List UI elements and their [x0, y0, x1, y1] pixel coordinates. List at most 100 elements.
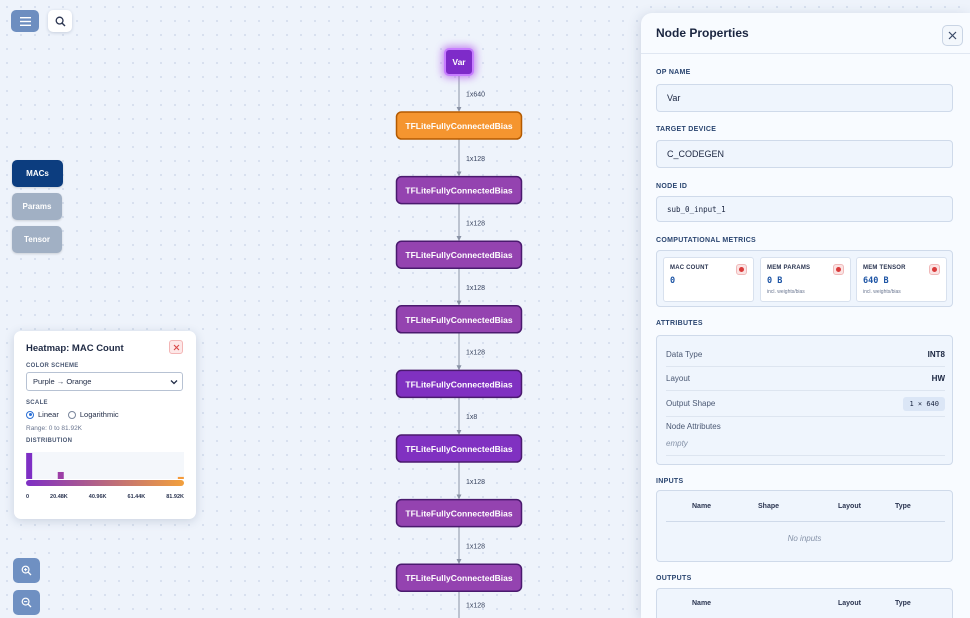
chart-bar [177, 476, 184, 479]
node-properties-panel: Node Properties OP NAME Var TARGET DEVIC… [641, 13, 970, 618]
heatmap-range: Range: 0 to 81.92K [26, 425, 83, 432]
attributes-box: Data Type INT8 Layout HW Output Shape 1 … [656, 335, 953, 465]
graph-node[interactable]: TFLiteFullyConnectedBias [395, 175, 523, 205]
graph-canvas[interactable]: 1x640 1x128 1x128 1x128 1x128 1x8 1x128 1x128 1x… [380, 40, 540, 618]
graph-node[interactable]: TFLiteFullyConnectedBias [395, 498, 523, 528]
edge-shape-label: 1x640 [466, 92, 485, 99]
metric-value: 0 [670, 276, 676, 286]
attr-value: INT8 [927, 350, 945, 359]
node-label: TFLiteFullyConnectedBias [405, 379, 512, 389]
edge-shape-label: 1x128 [466, 220, 485, 227]
column-header: Shape [758, 503, 780, 510]
column-header: Name [692, 600, 712, 607]
edge-shape-label: 1x128 [466, 479, 485, 486]
chart-plot-area [26, 452, 184, 479]
node-label: TFLiteFullyConnectedBias [405, 573, 512, 583]
graph-node[interactable]: TFLiteFullyConnectedBias [395, 369, 523, 399]
scale-linear-radio[interactable]: Linear [26, 410, 59, 419]
metric-sub: incl. weights/bias [767, 289, 805, 295]
metric-card-mem-params: MEM PARAMS 0 B incl. weights/bias [760, 257, 851, 302]
attr-row-layout: Layout HW [666, 367, 945, 391]
divider [666, 455, 945, 456]
op-name-value: Var [667, 93, 681, 103]
shape-chip: 1 × 640 [903, 396, 945, 411]
node-label: TFLiteFullyConnectedBias [405, 444, 512, 454]
radio-unchecked-icon [67, 410, 76, 419]
zoom-in-icon [21, 565, 32, 576]
tab-tensor[interactable]: Tensor [12, 226, 62, 253]
metric-value: 640 B [863, 276, 889, 286]
heatmap-toggle-icon[interactable] [833, 264, 844, 275]
props-close-button[interactable] [942, 25, 963, 46]
color-scheme-value: Purple → Orange [33, 377, 92, 386]
zoom-in-button[interactable] [13, 558, 40, 583]
node-label: Var [452, 57, 466, 67]
axis-tick: 20.48K [50, 494, 68, 500]
heatmap-panel: Heatmap: MAC Count COLOR SCHEME Purple →… [14, 331, 196, 519]
menu-button[interactable] [11, 10, 39, 32]
attr-key: Node Attributes [666, 422, 721, 431]
menu-icon [19, 16, 31, 26]
metric-sub: incl. weights/bias [863, 289, 901, 295]
metrics-box: MAC COUNT 0 MEM PARAMS 0 B incl. weights… [656, 250, 953, 307]
heatmap-toggle-icon[interactable] [929, 264, 940, 275]
color-scheme-label: COLOR SCHEME [26, 363, 79, 369]
color-scheme-select[interactable]: Purple → Orange [26, 372, 183, 391]
node-label: TFLiteFullyConnectedBias [405, 509, 512, 519]
distribution-label: DISTRIBUTION [26, 438, 73, 444]
attr-key: Layout [666, 374, 691, 383]
edge-shape-label: 1x128 [466, 603, 485, 610]
distribution-chart [26, 452, 184, 486]
graph-node[interactable]: TFLiteFullyConnectedBias [395, 111, 523, 140]
scale-log-radio[interactable]: Logarithmic [67, 410, 119, 419]
scale-log-label: Logarithmic [79, 410, 119, 419]
zoom-out-button[interactable] [13, 590, 40, 615]
op-name-field: Var [656, 84, 953, 112]
node-id-value: sub_0_input_1 [667, 204, 726, 214]
props-header: Node Properties [641, 13, 970, 54]
node-label: TFLiteFullyConnectedBias [405, 121, 512, 131]
close-icon [948, 31, 957, 40]
metrics-label: COMPUTATIONAL METRICS [656, 237, 757, 244]
edge-shape-label: 1x128 [466, 156, 485, 163]
axis-tick: 0 [26, 494, 30, 500]
attributes-label: ATTRIBUTES [656, 320, 703, 327]
chart-color-scale [26, 480, 184, 486]
node-label: TFLiteFullyConnectedBias [405, 250, 512, 260]
edge-shape-label: 1x128 [466, 350, 485, 357]
graph-node[interactable]: TFLiteFullyConnectedBias [395, 240, 523, 269]
edge-shape-label: 1x128 [466, 543, 485, 550]
target-device-value: C_CODEGEN [667, 149, 725, 159]
heatmap-close-button[interactable] [169, 340, 183, 354]
target-device-label: TARGET DEVICE [656, 126, 717, 133]
search-icon [55, 16, 65, 26]
column-header: Layout [838, 503, 861, 510]
edge-shape-label: 1x8 [466, 414, 477, 421]
graph-node-input[interactable]: Var [442, 46, 476, 78]
node-id-label: NODE ID [656, 183, 688, 190]
node-id-field: sub_0_input_1 [656, 196, 953, 222]
inputs-label: INPUTS [656, 478, 684, 485]
graph-node[interactable]: TFLiteFullyConnectedBias [395, 434, 523, 463]
search-button[interactable] [48, 10, 72, 32]
column-header: Layout [838, 600, 861, 607]
props-title: Node Properties [656, 26, 749, 40]
outputs-table: Name Layout Type [656, 588, 953, 618]
edge-shape-label: 1x128 [466, 285, 485, 292]
attr-key: Output Shape [666, 399, 716, 408]
metric-tabs: MACs Params Tensor [12, 160, 63, 253]
radio-checked-icon [26, 410, 34, 419]
tab-macs[interactable]: MACs [12, 160, 63, 187]
heatmap-title: Heatmap: MAC Count [26, 343, 124, 354]
node-label: TFLiteFullyConnectedBias [405, 315, 512, 325]
metric-card-mem-tensor: MEM TENSOR 640 B incl. weights/bias [856, 257, 947, 302]
axis-tick: 40.96K [88, 494, 107, 500]
inputs-empty: No inputs [787, 534, 822, 543]
zoom-out-icon [21, 597, 32, 608]
tab-params[interactable]: Params [12, 193, 62, 220]
attr-row-data-type: Data Type INT8 [666, 343, 945, 367]
node-label: TFLiteFullyConnectedBias [405, 186, 512, 196]
graph-node[interactable]: TFLiteFullyConnectedBias [395, 305, 523, 334]
graph-node[interactable]: TFLiteFullyConnectedBias [395, 563, 523, 592]
heatmap-toggle-icon[interactable] [736, 264, 747, 275]
